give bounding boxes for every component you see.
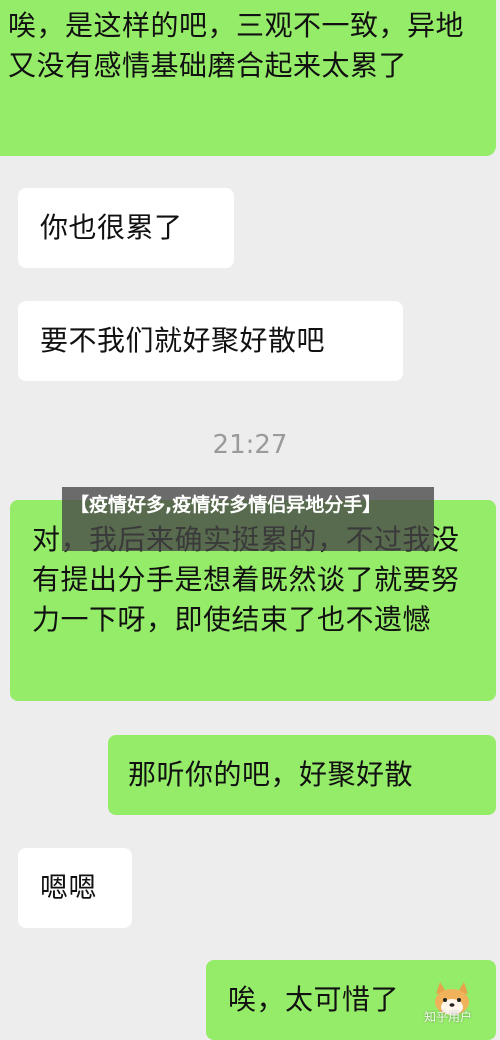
chat-bubble-outgoing[interactable]: 那听你的吧，好聚好散 xyxy=(108,735,496,815)
message-text: 唉，太可惜了 xyxy=(228,983,400,1016)
chat-bubble-incoming[interactable]: 要不我们就好聚好散吧 xyxy=(18,301,403,381)
message-text: 嗯嗯 xyxy=(40,871,98,904)
chat-bubble-incoming[interactable]: 嗯嗯 xyxy=(18,848,132,928)
watermark: 知乎用户 xyxy=(424,1010,473,1024)
message-text: 你也很累了 xyxy=(40,211,183,244)
chat-bubble-outgoing[interactable]: 唉，是这样的吧，三观不一致，异地又没有感情基础磨合起来太累了 xyxy=(0,0,496,156)
message-text: 唉，是这样的吧，三观不一致，异地又没有感情基础磨合起来太累了 xyxy=(8,9,465,82)
message-text: 那听你的吧，好聚好散 xyxy=(128,758,414,791)
message-text: 要不我们就好聚好散吧 xyxy=(40,324,326,357)
article-title-overlay: 【疫情好多,疫情好多情侣异地分手】 xyxy=(62,487,434,551)
message-timestamp: 21:27 xyxy=(212,430,288,460)
chat-bubble-incoming[interactable]: 你也很累了 xyxy=(18,188,234,268)
